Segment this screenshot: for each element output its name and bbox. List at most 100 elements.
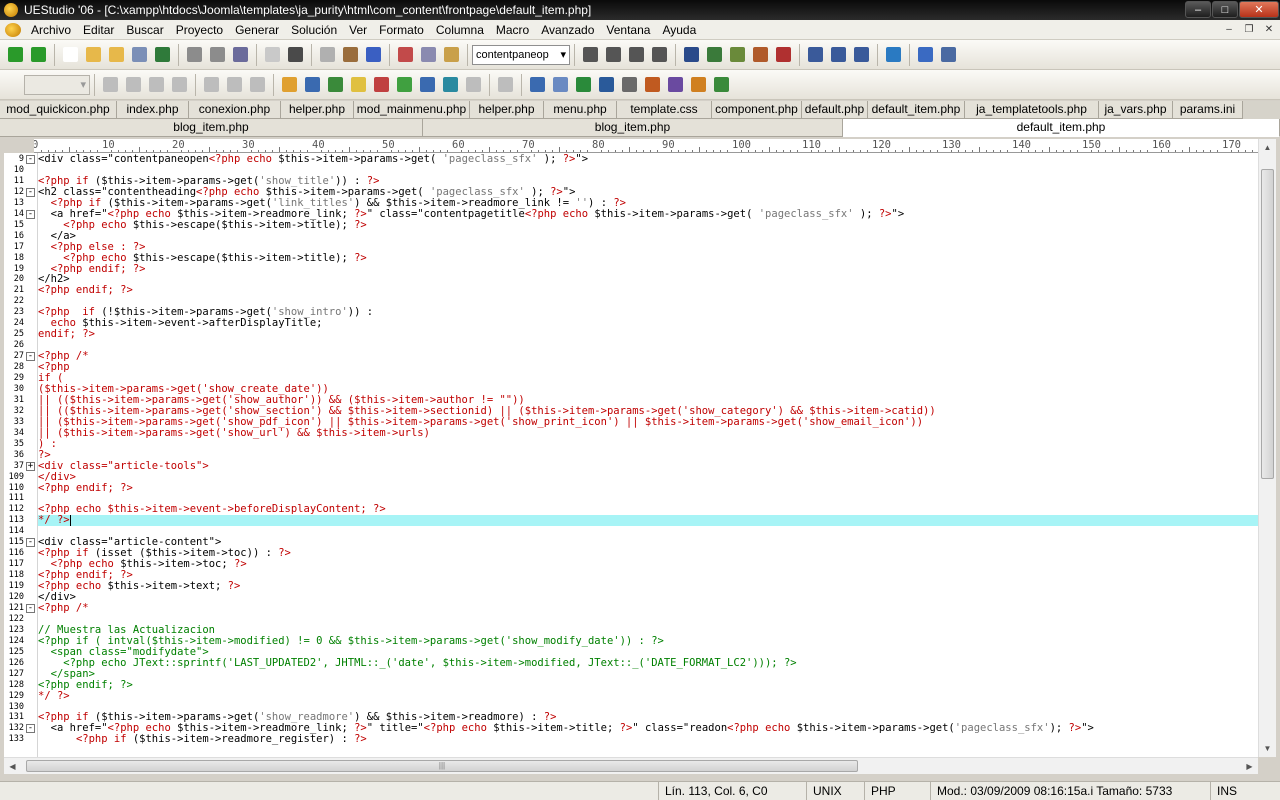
current-code-line[interactable]: */ ?> xyxy=(38,515,1258,526)
browser-icon[interactable] xyxy=(363,44,384,65)
align-left-icon[interactable] xyxy=(580,44,601,65)
back-icon[interactable] xyxy=(5,44,26,65)
menu-item-soluci-n[interactable]: Solución xyxy=(285,20,343,40)
code-line[interactable]: <?php echo $this->item->toc; ?> xyxy=(38,559,1258,570)
debug-tool-icon[interactable] xyxy=(665,74,686,95)
split-horizontal-icon[interactable] xyxy=(805,44,826,65)
html-tool-icon[interactable] xyxy=(688,74,709,95)
new-file-icon[interactable] xyxy=(60,44,81,65)
file-tab[interactable]: blog_item.php xyxy=(0,119,423,137)
menu-item-columna[interactable]: Columna xyxy=(430,20,490,40)
code-line[interactable]: <?php if ($this->item->params->get('show… xyxy=(38,712,1258,723)
css-tool-icon[interactable] xyxy=(642,74,663,95)
copy-icon[interactable] xyxy=(418,44,439,65)
template-icon[interactable] xyxy=(371,74,392,95)
menu-item-ayuda[interactable]: Ayuda xyxy=(656,20,702,40)
debug-icon[interactable] xyxy=(201,74,222,95)
file-tab[interactable]: menu.php xyxy=(544,101,617,119)
open-file-icon[interactable] xyxy=(83,44,104,65)
fold-collapse-icon[interactable]: - xyxy=(26,188,35,197)
code-line[interactable]: <div class="article-tools"> xyxy=(38,461,1258,472)
code-line[interactable] xyxy=(38,296,1258,307)
macro-icon[interactable] xyxy=(394,74,415,95)
scroll-up-icon[interactable]: ▲ xyxy=(1259,139,1276,156)
file-tab[interactable]: params.ini xyxy=(1173,101,1243,119)
file-tab[interactable]: template.css xyxy=(617,101,712,119)
menu-item-generar[interactable]: Generar xyxy=(229,20,285,40)
output-icon[interactable] xyxy=(247,74,268,95)
validate-icon[interactable] xyxy=(711,74,732,95)
align-right-icon[interactable] xyxy=(626,44,647,65)
script-icon[interactable] xyxy=(417,74,438,95)
document-icon[interactable] xyxy=(262,44,283,65)
split-vertical-icon[interactable] xyxy=(828,44,849,65)
code-line[interactable]: */ ?> xyxy=(38,691,1258,702)
rebuild-icon[interactable] xyxy=(146,74,167,95)
code-line[interactable]: <?php /* xyxy=(38,603,1258,614)
menu-item-buscar[interactable]: Buscar xyxy=(120,20,169,40)
replace-icon[interactable] xyxy=(727,44,748,65)
code-line[interactable]: || (($this->item->params->get('show_auth… xyxy=(38,395,1258,406)
file-tab[interactable]: helper.php xyxy=(470,101,544,119)
hex-icon[interactable] xyxy=(317,44,338,65)
snippet-icon[interactable] xyxy=(463,74,484,95)
file-tab[interactable]: default_item.php xyxy=(843,119,1280,137)
page-setup-icon[interactable] xyxy=(230,44,251,65)
find-icon[interactable] xyxy=(681,44,702,65)
code-line[interactable] xyxy=(38,493,1258,504)
file-tab[interactable]: helper.php xyxy=(281,101,354,119)
stop-build-icon[interactable] xyxy=(169,74,190,95)
file-tab[interactable]: blog_item.php xyxy=(423,119,843,137)
horizontal-scroll-thumb[interactable]: ||| xyxy=(26,760,858,772)
code-line[interactable]: <?php endif; ?> xyxy=(38,285,1258,296)
file-tab[interactable]: index.php xyxy=(117,101,189,119)
justify-icon[interactable] xyxy=(649,44,670,65)
fold-collapse-icon[interactable]: - xyxy=(26,155,35,164)
menu-item-editar[interactable]: Editar xyxy=(77,20,120,40)
align-center-icon[interactable] xyxy=(603,44,624,65)
counter-icon[interactable] xyxy=(619,74,640,95)
file-tab[interactable]: conexion.php xyxy=(189,101,281,119)
code-line[interactable]: echo $this->item->event->afterDisplayTit… xyxy=(38,318,1258,329)
fold-expand-icon[interactable]: + xyxy=(26,462,35,471)
close-button[interactable]: ✕ xyxy=(1239,1,1279,18)
code-line[interactable]: </a> xyxy=(38,231,1258,242)
code-line[interactable]: </div> xyxy=(38,592,1258,603)
web-globe-icon[interactable] xyxy=(883,44,904,65)
code-line[interactable]: <?php if ($this->item->readmore_register… xyxy=(38,734,1258,745)
menu-item-ventana[interactable]: Ventana xyxy=(600,20,656,40)
menu-item-macro[interactable]: Macro xyxy=(490,20,535,40)
code-line[interactable]: <div class="contentpaneopen<?php echo $t… xyxy=(38,154,1258,165)
code-line[interactable] xyxy=(38,340,1258,351)
file-tab[interactable]: component.php xyxy=(712,101,802,119)
code-line[interactable]: if ( xyxy=(38,373,1258,384)
open-folder-icon[interactable] xyxy=(106,44,127,65)
file-tab[interactable]: mod_quickicon.php xyxy=(0,101,117,119)
code-line[interactable]: <?php if (isset ($this->item->toc)) : ?> xyxy=(38,548,1258,559)
code-line[interactable]: </div> xyxy=(38,472,1258,483)
vertical-scroll-thumb[interactable] xyxy=(1261,169,1274,479)
maximize-button[interactable]: □ xyxy=(1212,1,1238,18)
code-line[interactable]: <?php if ($this->item->params->get('link… xyxy=(38,198,1258,209)
code-line[interactable]: <?php echo $this->item->event->beforeDis… xyxy=(38,504,1258,515)
horizontal-scrollbar[interactable]: ◀ ||| ▶ xyxy=(4,757,1258,774)
code-line[interactable]: <?php echo $this->item->text; ?> xyxy=(38,581,1258,592)
code-line[interactable]: ($this->item->params->get('show_create_d… xyxy=(38,384,1258,395)
code-line[interactable]: </h2> xyxy=(38,274,1258,285)
replace-in-files-icon[interactable] xyxy=(750,44,771,65)
compile-icon[interactable] xyxy=(100,74,121,95)
code-line[interactable]: <?php endif; ?> xyxy=(38,570,1258,581)
scroll-down-icon[interactable]: ▼ xyxy=(1259,740,1276,757)
menu-item-formato[interactable]: Formato xyxy=(373,20,430,40)
menu-item-avanzado[interactable]: Avanzado xyxy=(535,20,600,40)
menu-item-archivo[interactable]: Archivo xyxy=(25,20,77,40)
code-line[interactable] xyxy=(38,165,1258,176)
code-line[interactable]: <div class="article-content"> xyxy=(38,537,1258,548)
code-line[interactable]: || ($this->item->params->get('show_url')… xyxy=(38,428,1258,439)
code-line[interactable]: ) : xyxy=(38,439,1258,450)
fold-collapse-icon[interactable]: - xyxy=(26,538,35,547)
fold-collapse-icon[interactable]: - xyxy=(26,724,35,733)
id-tag-icon[interactable] xyxy=(596,74,617,95)
code-line[interactable]: <span class="modifydate"> xyxy=(38,647,1258,658)
explorer-icon[interactable] xyxy=(440,74,461,95)
